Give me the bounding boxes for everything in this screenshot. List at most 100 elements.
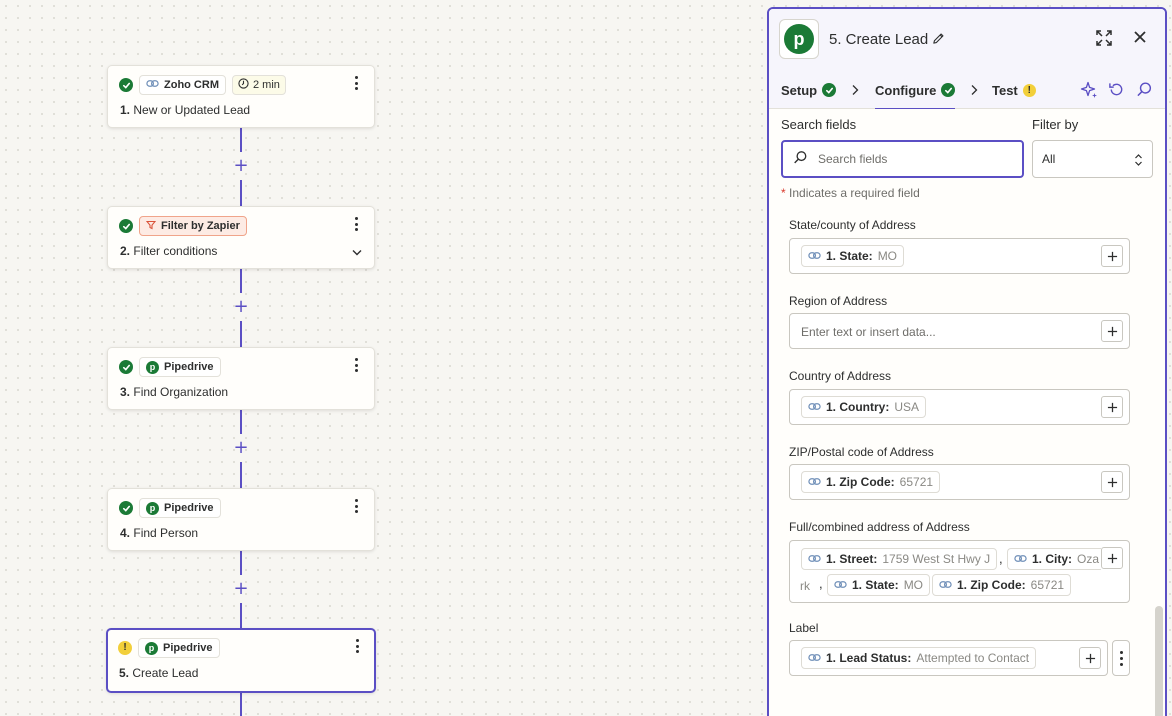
step-title: 1. New or Updated Lead (120, 103, 251, 117)
field-placeholder: Enter text or insert data... (801, 325, 936, 339)
step-card-3[interactable]: p Pipedrive 3. Find Organization (107, 347, 375, 410)
pill-wrap-text: rk (800, 579, 810, 593)
step-card-1[interactable]: Zoho CRM 2 min 1. New or Updated Lead (107, 65, 375, 128)
data-pill[interactable]: 1. Lead Status: Attempted to Contact (801, 647, 1037, 669)
link-icon (808, 249, 821, 263)
step-menu-icon[interactable] (354, 217, 358, 231)
field-search-area: Search fields Filter by All * Indicates … (769, 109, 1165, 204)
data-pill[interactable]: 1. Zip Code: 65721 (801, 471, 941, 493)
link-icon (808, 400, 821, 414)
connector-line (240, 180, 242, 206)
insert-data-button[interactable] (1079, 647, 1101, 669)
step-card-2[interactable]: Filter by Zapier 2. Filter conditions (107, 206, 375, 269)
connector-line (240, 321, 242, 347)
step-card-5[interactable]: ! p Pipedrive 5. Create Lead (106, 628, 376, 693)
chevron-right-icon (851, 84, 859, 99)
filter-by-label: Filter by (1032, 117, 1079, 132)
zip-code-field[interactable]: 1. Zip Code: 65721 (789, 464, 1130, 500)
add-step-button[interactable]: + (232, 157, 250, 175)
tab-configure[interactable]: Configure (875, 71, 956, 110)
panel-scrollbar[interactable] (1155, 606, 1163, 716)
add-step-button[interactable]: + (232, 580, 250, 598)
link-icon (1014, 552, 1027, 566)
field-options-menu-icon[interactable] (1112, 640, 1130, 676)
data-pill[interactable]: 1. State: MO (801, 245, 905, 267)
pipedrive-logo-icon: p (146, 501, 159, 515)
data-pill[interactable]: 1. Zip Code: 65721 (932, 574, 1072, 596)
close-icon[interactable] (1133, 30, 1147, 47)
required-field-note: * Indicates a required field (781, 186, 920, 200)
step-menu-icon[interactable] (354, 358, 358, 372)
full-address-field[interactable]: 1. Street: 1759 West St Hwy J , 1. City: O… (789, 540, 1130, 603)
search-icon (793, 150, 808, 168)
link-icon (808, 651, 821, 665)
connector-line (240, 693, 242, 716)
insert-data-button[interactable] (1101, 396, 1123, 418)
link-icon (146, 79, 159, 91)
connector-line (240, 128, 242, 152)
step-menu-icon[interactable] (354, 76, 358, 90)
select-arrows-icon (1134, 153, 1143, 170)
step-menu-icon[interactable] (355, 639, 359, 653)
app-chip: p Pipedrive (139, 498, 221, 518)
insert-data-button[interactable] (1101, 547, 1123, 569)
success-check-icon (119, 219, 133, 233)
undo-history-icon[interactable] (1108, 81, 1125, 101)
link-icon (939, 578, 952, 592)
panel-title: 5. Create Lead (829, 31, 929, 48)
add-step-button[interactable]: + (232, 439, 250, 457)
insert-data-button[interactable] (1101, 471, 1123, 493)
app-name: Pipedrive (164, 502, 214, 514)
search-fields-input[interactable] (818, 152, 1008, 166)
success-check-icon (941, 83, 956, 97)
field-label: State/county of Address (789, 218, 916, 232)
field-label: ZIP/Postal code of Address (789, 445, 934, 459)
label-field[interactable]: 1. Lead Status: Attempted to Contact (789, 640, 1108, 676)
warning-icon: ! (1022, 83, 1036, 97)
panel-header: p 5. Create Lead (769, 9, 1165, 71)
state-county-field[interactable]: 1. State: MO (789, 238, 1130, 274)
data-pill[interactable]: 1. Country: USA (801, 396, 927, 418)
connector-line (240, 603, 242, 629)
link-icon (834, 578, 847, 592)
data-pill[interactable]: 1. State: MO (827, 574, 931, 596)
region-field[interactable]: Enter text or insert data... (789, 313, 1130, 349)
app-chip: Filter by Zapier (139, 216, 247, 236)
link-icon (808, 475, 821, 489)
country-field[interactable]: 1. Country: USA (789, 389, 1130, 425)
add-step-button[interactable]: + (232, 298, 250, 316)
data-pill[interactable]: 1. City: Oza (1007, 548, 1102, 570)
step-menu-icon[interactable] (354, 499, 358, 513)
search-icon[interactable] (1136, 81, 1153, 101)
success-check-icon (119, 501, 133, 515)
pencil-icon[interactable] (932, 32, 945, 48)
app-chip: p Pipedrive (139, 357, 221, 377)
app-chip: Zoho CRM (139, 75, 226, 95)
filter-by-select[interactable]: All (1032, 140, 1153, 178)
chevron-down-icon[interactable] (352, 244, 362, 259)
expand-icon[interactable] (1095, 29, 1113, 50)
step-title: 5. Create Lead (119, 666, 199, 680)
field-label: Region of Address (789, 294, 888, 308)
tab-test[interactable]: Test ! (992, 71, 1036, 109)
step-title: 4. Find Person (120, 526, 199, 540)
clock-icon (238, 78, 249, 92)
time-value: 2 min (252, 79, 280, 91)
step-card-4[interactable]: p Pipedrive 4. Find Person (107, 488, 375, 551)
tab-setup[interactable]: Setup (781, 71, 837, 109)
connector-line (240, 551, 242, 575)
sparkle-ai-icon[interactable] (1080, 81, 1098, 102)
app-name: Zoho CRM (164, 79, 219, 91)
filter-icon (145, 220, 157, 233)
fields-scroll-area[interactable]: State/county of Address 1. State: MO Regi… (769, 206, 1165, 716)
polling-time-badge: 2 min (231, 75, 286, 95)
separator-text: , (999, 551, 1003, 566)
data-pill[interactable]: 1. Street: 1759 West St Hwy J (801, 548, 998, 570)
insert-data-button[interactable] (1101, 320, 1123, 342)
connector-line (240, 410, 242, 434)
insert-data-button[interactable] (1101, 245, 1123, 267)
step-editor-panel: p 5. Create Lead Setup Configure Test ! … (767, 7, 1167, 716)
success-check-icon (822, 83, 837, 97)
search-fields-box (781, 140, 1024, 178)
step-tabs: Setup Configure Test ! (769, 71, 1165, 110)
